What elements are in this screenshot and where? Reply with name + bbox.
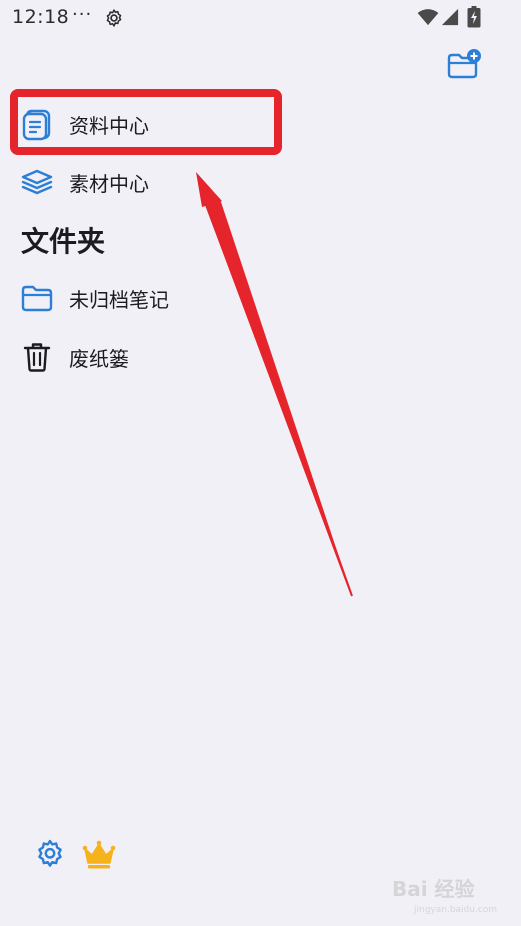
- watermark-subtext: jingyan.baidu.com: [413, 905, 497, 915]
- status-time: 12:18: [12, 6, 70, 28]
- settings-icon[interactable]: [34, 838, 66, 870]
- folder-item-unfiled[interactable]: 未归档笔记: [0, 272, 521, 324]
- app-screen: 12:18 ··· 资料中心 素材中心 文件夹 未归档笔记 废纸篓 Bai 经验…: [0, 0, 521, 926]
- gear-icon: [106, 9, 122, 27]
- folder-item-trash[interactable]: 废纸篓: [0, 331, 521, 383]
- section-title-folders: 文件夹: [21, 225, 106, 258]
- battery-charging-icon: [467, 6, 481, 28]
- layers-icon: [21, 169, 53, 195]
- crown-icon[interactable]: [82, 840, 116, 870]
- watermark-text: Bai 经验: [392, 877, 475, 901]
- new-folder-icon[interactable]: [446, 48, 482, 80]
- folder-item-label: 废纸篓: [69, 346, 129, 371]
- nav-item-materials[interactable]: 素材中心: [0, 156, 521, 208]
- trash-icon: [23, 343, 51, 372]
- annotation-highlight-box: [10, 89, 282, 155]
- folder-item-label: 未归档笔记: [69, 287, 169, 312]
- signal-icon: [441, 8, 459, 26]
- nav-item-label: 素材中心: [69, 171, 149, 196]
- folder-icon: [21, 285, 53, 312]
- watermark-logo: Bai 经验 jingyan.baidu.com: [392, 877, 497, 915]
- status-bar: 12:18 ···: [0, 0, 521, 36]
- status-dots: ···: [72, 4, 93, 25]
- wifi-icon: [417, 9, 439, 26]
